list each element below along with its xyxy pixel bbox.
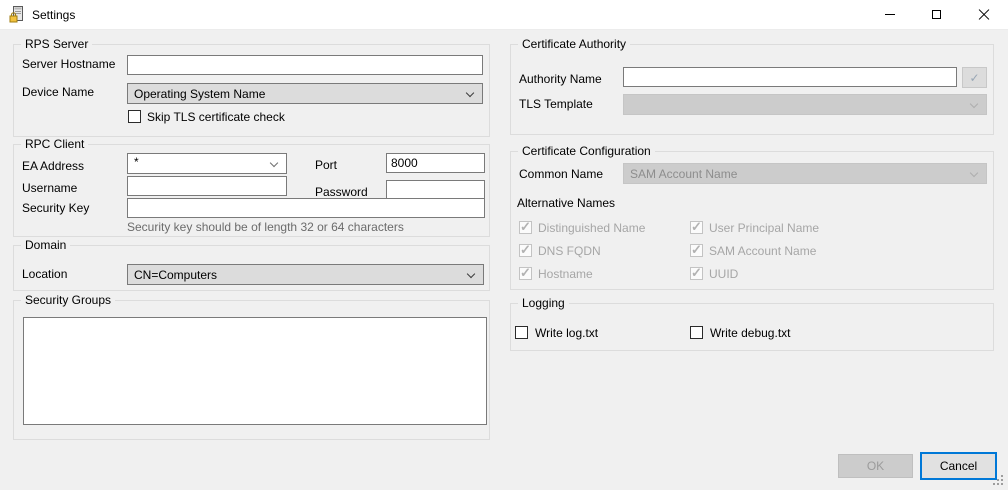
group-certificate-authority: Certificate Authority (510, 37, 994, 135)
write-log-checkbox[interactable] (515, 326, 528, 339)
chevron-down-icon (465, 88, 475, 98)
group-title-rps-server: RPS Server (21, 37, 93, 51)
alt-name-checkbox-uuid: ✓ (690, 265, 703, 280)
server-hostname-label: Server Hostname (22, 57, 116, 71)
password-label: Password (315, 185, 368, 199)
server-lock-icon (9, 6, 23, 23)
titlebar: Settings (0, 0, 1008, 30)
check-icon: ✓ (520, 242, 531, 257)
security-key-hint: Security key should be of length 32 or 6… (127, 220, 404, 234)
alternative-names-label: Alternative Names (517, 196, 616, 210)
alt-name-checkbox-sam-account-name: ✓ (690, 242, 703, 257)
window-title: Settings (32, 8, 76, 22)
minimize-icon (885, 14, 895, 15)
skip-tls-checkbox[interactable] (128, 110, 141, 123)
security-key-label: Security Key (22, 201, 90, 215)
common-name-value: SAM Account Name (630, 167, 738, 181)
port-label: Port (315, 158, 338, 172)
chevron-down-icon (269, 158, 279, 168)
tls-template-label: TLS Template (519, 97, 593, 111)
server-hostname-input[interactable] (127, 55, 483, 75)
group-title-domain: Domain (21, 238, 71, 252)
ea-address-label: EA Address (22, 159, 85, 173)
group-title-rpc-client: RPC Client (21, 137, 89, 151)
authority-name-label: Authority Name (519, 72, 602, 86)
minimize-button[interactable] (867, 0, 913, 29)
security-groups-listbox[interactable] (23, 317, 487, 425)
chevron-down-icon (969, 99, 979, 109)
location-value: CN=Computers (134, 268, 218, 282)
check-icon: ✓ (691, 242, 702, 257)
device-name-dropdown[interactable]: Operating System Name (127, 83, 483, 104)
alt-name-checkbox-user-principal-name: ✓ (690, 219, 703, 234)
port-input[interactable] (386, 153, 485, 173)
ok-button: OK (838, 454, 913, 478)
ea-address-dropdown[interactable]: * (127, 153, 287, 174)
cancel-button[interactable]: Cancel (920, 452, 997, 480)
maximize-icon (931, 10, 941, 19)
alt-name-label-hostname: Hostname (538, 267, 593, 281)
skip-tls-label: Skip TLS certificate check (147, 110, 285, 124)
device-name-label: Device Name (22, 85, 95, 99)
write-debug-checkbox[interactable] (690, 326, 703, 339)
alt-name-label-sam-account-name: SAM Account Name (709, 244, 817, 258)
alt-name-label-distinguished-name: Distinguished Name (538, 221, 646, 235)
verify-authority-button: ✓ (962, 67, 987, 88)
alt-name-label-user-principal-name: User Principal Name (709, 221, 820, 235)
alt-name-label-dns-fqdn: DNS FQDN (538, 244, 601, 258)
group-title-certificate-configuration: Certificate Configuration (518, 144, 655, 158)
tls-template-dropdown (623, 94, 987, 115)
authority-name-input[interactable] (623, 67, 957, 87)
group-title-certificate-authority: Certificate Authority (518, 37, 631, 51)
check-icon: ✓ (691, 219, 702, 234)
check-icon: ✓ (969, 70, 980, 85)
check-icon: ✓ (520, 219, 531, 234)
alt-name-label-uuid: UUID (709, 267, 739, 281)
alt-name-checkbox-dns-fqdn: ✓ (519, 242, 532, 257)
location-label: Location (22, 267, 68, 281)
check-icon: ✓ (520, 265, 531, 280)
alt-name-checkbox-distinguished-name: ✓ (519, 219, 532, 234)
chevron-down-icon (969, 168, 979, 178)
group-title-logging: Logging (518, 296, 569, 310)
check-icon: ✓ (691, 265, 702, 280)
security-key-input[interactable] (127, 198, 485, 218)
common-name-dropdown: SAM Account Name (623, 163, 987, 184)
location-dropdown[interactable]: CN=Computers (127, 264, 484, 285)
chevron-down-icon (466, 269, 476, 279)
common-name-label: Common Name (519, 167, 604, 181)
password-input[interactable] (386, 180, 485, 200)
close-icon (978, 8, 990, 21)
write-debug-label: Write debug.txt (710, 326, 791, 340)
ea-address-value: * (134, 155, 139, 169)
username-label: Username (22, 181, 78, 195)
resize-grip[interactable] (993, 475, 1005, 487)
alt-name-checkbox-hostname: ✓ (519, 265, 532, 280)
group-title-security-groups: Security Groups (21, 293, 116, 307)
username-input[interactable] (127, 176, 287, 196)
device-name-value: Operating System Name (134, 87, 266, 101)
write-log-label: Write log.txt (535, 326, 599, 340)
close-button[interactable] (959, 0, 1008, 29)
maximize-button[interactable] (913, 0, 959, 29)
